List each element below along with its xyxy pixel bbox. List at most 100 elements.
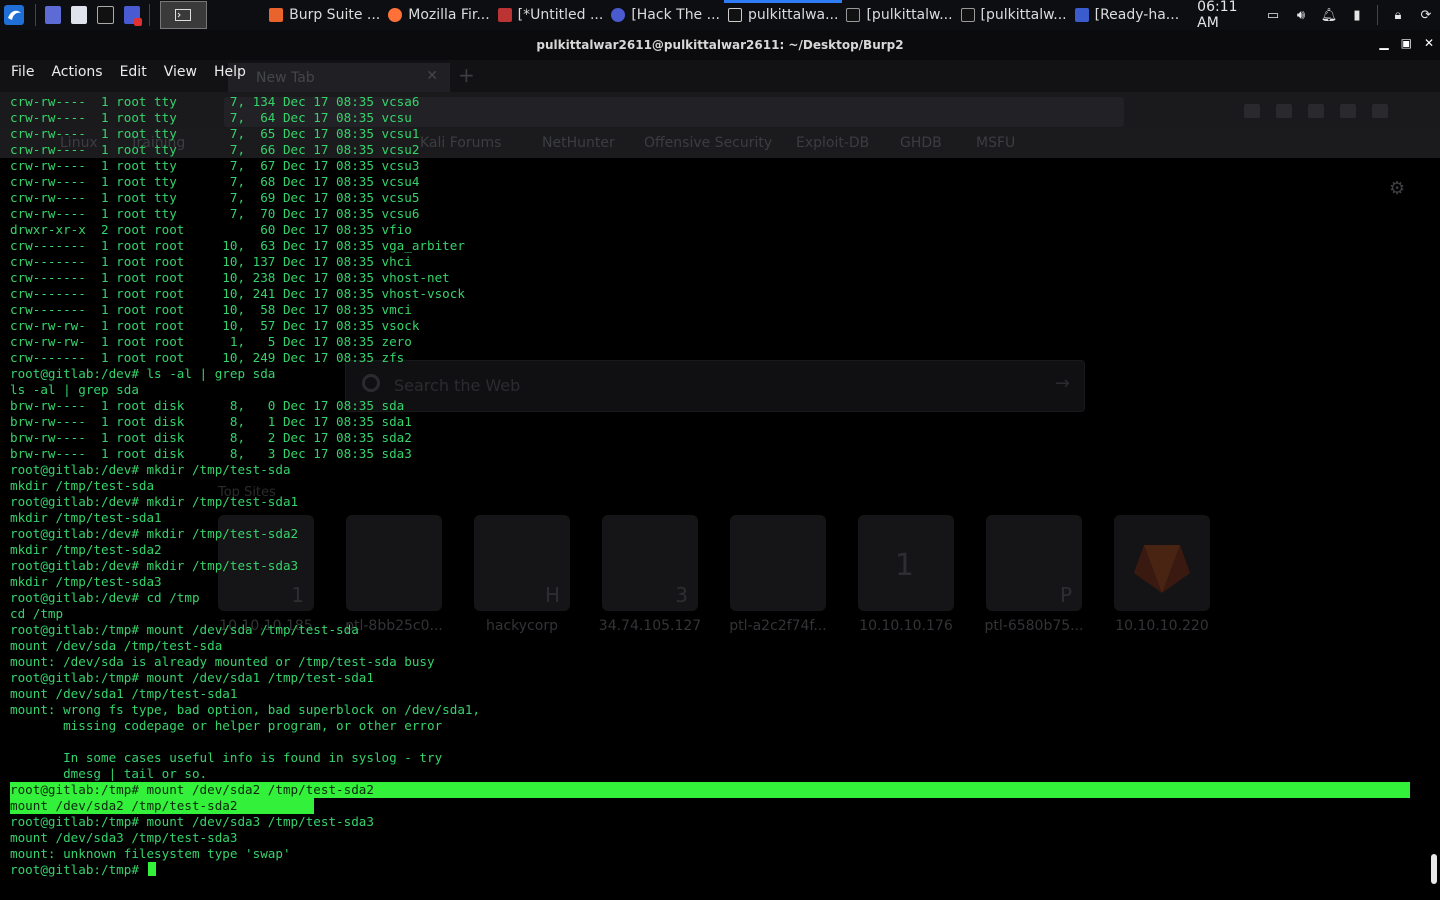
terminal-line: brw-rw---- 1 root disk 8, 2 Dec 17 08:35… <box>10 430 1410 446</box>
display-icon[interactable]: ▭ <box>1265 7 1281 23</box>
terminal-line-text: crw-rw---- 1 root tty 7, 68 Dec 17 08:35… <box>10 174 420 189</box>
battery-icon[interactable]: ▮ <box>1349 7 1365 23</box>
terminal-line-text: brw-rw---- 1 root disk 8, 1 Dec 17 08:35… <box>10 414 412 429</box>
task-label: [pulkittalw... <box>980 7 1067 23</box>
ghost-new-tab-icon: + <box>458 63 475 87</box>
terminal-icon <box>846 8 861 22</box>
clock[interactable]: 06:11 AM <box>1197 0 1251 31</box>
terminal-line: dmesg | tail or so. <box>10 766 1410 782</box>
menu-edit[interactable]: Edit <box>120 64 147 80</box>
task-label: [Hack The ... <box>631 7 720 23</box>
close-icon[interactable]: ✕ <box>1424 36 1434 50</box>
terminal-line: crw------- 1 root root 10, 58 Dec 17 08:… <box>10 302 1410 318</box>
terminal-line: brw-rw---- 1 root disk 8, 3 Dec 17 08:35… <box>10 446 1410 462</box>
power-refresh-icon[interactable]: ⟳ <box>1418 7 1434 23</box>
task-hackthebox[interactable]: [Hack The ... <box>607 0 724 30</box>
terminal-line-text: mkdir /tmp/test-sda2 <box>10 542 162 557</box>
terminal-line: root@gitlab:/dev# mkdir /tmp/test-sda1 <box>10 494 1410 510</box>
browser-icon <box>611 8 626 22</box>
terminal-line: In some cases useful info is found in sy… <box>10 750 1410 766</box>
terminal-line: ls -al | grep sda <box>10 382 1410 398</box>
notification-bell-icon[interactable]: 🔔︎ <box>1321 7 1338 23</box>
task-burp[interactable]: Burp Suite ... <box>265 0 384 30</box>
terminal-line-text: root@gitlab:/tmp# mount /dev/sda1 /tmp/t… <box>10 670 374 685</box>
maximize-icon[interactable]: ▣ <box>1401 36 1412 50</box>
terminal-line-text: brw-rw---- 1 root disk 8, 2 Dec 17 08:35… <box>10 430 412 445</box>
window-titlebar[interactable]: pulkittalwar2611@pulkittalwar2611: ~/Des… <box>0 30 1440 60</box>
terminal-line-text: ls -al | grep sda <box>10 382 139 397</box>
terminal-line-text: crw-rw---- 1 root tty 7, 66 Dec 17 08:35… <box>10 142 420 157</box>
terminal-output[interactable]: crw-rw---- 1 root tty 7, 134 Dec 17 08:3… <box>10 94 1410 884</box>
kali-menu-icon[interactable] <box>3 2 25 28</box>
task-label: [Ready-ha... <box>1094 7 1180 23</box>
terminal-line-text: missing codepage or helper program, or o… <box>10 718 443 733</box>
terminal-line: mount /dev/sda3 /tmp/test-sda3 <box>10 830 1410 846</box>
terminal-line: mkdir /tmp/test-sda3 <box>10 574 1410 590</box>
terminal-line-text: mount /dev/sda1 /tmp/test-sda1 <box>10 686 238 701</box>
terminal-prompt-line[interactable]: root@gitlab:/tmp# <box>10 862 1410 878</box>
menu-help[interactable]: Help <box>214 64 246 80</box>
menu-actions[interactable]: Actions <box>51 64 102 80</box>
terminal-line-text: root@gitlab:/dev# mkdir /tmp/test-sda <box>10 462 291 477</box>
task-label: Burp Suite ... <box>289 7 381 23</box>
scrollbar-thumb[interactable] <box>1431 854 1437 884</box>
task-folder[interactable]: [Ready-ha... <box>1071 0 1184 30</box>
menu-view[interactable]: View <box>164 64 197 80</box>
terminal-line: crw-rw---- 1 root tty 7, 66 Dec 17 08:35… <box>10 142 1410 158</box>
workspace-switcher[interactable] <box>159 1 208 29</box>
terminal-line: mount /dev/sda1 /tmp/test-sda1 <box>10 686 1410 702</box>
menu-file[interactable]: File <box>11 64 34 80</box>
terminal-line-text: drwxr-xr-x 2 root root 60 Dec 17 08:35 v… <box>10 222 412 237</box>
terminal-line-text: crw-rw---- 1 root tty 7, 64 Dec 17 08:35… <box>10 110 412 125</box>
terminal-line: crw-rw---- 1 root tty 7, 134 Dec 17 08:3… <box>10 94 1410 110</box>
task-label: [pulkittalw... <box>866 7 953 23</box>
terminal-line: crw------- 1 root root 10, 238 Dec 17 08… <box>10 270 1410 286</box>
terminal-line-text: root@gitlab:/dev# mkdir /tmp/test-sda1 <box>10 494 299 509</box>
terminal-scrollbar[interactable] <box>1428 84 1440 900</box>
terminal-line-text: crw------- 1 root root 10, 58 Dec 17 08:… <box>10 302 412 317</box>
terminal-line: root@gitlab:/dev# ls -al | grep sda <box>10 366 1410 382</box>
terminal-line: crw-rw---- 1 root tty 7, 68 Dec 17 08:35… <box>10 174 1410 190</box>
terminal-line-text: root@gitlab:/dev# cd /tmp <box>10 590 200 605</box>
task-editor[interactable]: [*Untitled ... <box>494 0 608 30</box>
terminal-line: crw-rw---- 1 root tty 7, 69 Dec 17 08:35… <box>10 190 1410 206</box>
terminal-launcher-icon[interactable] <box>97 6 114 24</box>
terminal-line-text: crw-rw-rw- 1 root root 10, 57 Dec 17 08:… <box>10 318 420 333</box>
terminal-line: crw-rw-rw- 1 root root 1, 5 Dec 17 08:35… <box>10 334 1410 350</box>
terminal-line: mount /dev/sda /tmp/test-sda <box>10 638 1410 654</box>
text-cursor <box>148 862 157 876</box>
terminal-line-text: root@gitlab:/tmp# mount /dev/sda3 /tmp/t… <box>10 814 374 829</box>
terminal-line: mount: unknown filesystem type 'swap' <box>10 846 1410 862</box>
terminal-line: crw-rw---- 1 root tty 7, 65 Dec 17 08:35… <box>10 126 1410 142</box>
terminal-line-text: cd /tmp <box>10 606 64 621</box>
task-terminal-active[interactable]: pulkittalwa... <box>723 0 843 30</box>
terminal-line-text: crw------- 1 root root 10, 137 Dec 17 08… <box>10 254 412 269</box>
terminal-line-text: crw-rw---- 1 root tty 7, 65 Dec 17 08:35… <box>10 126 420 141</box>
terminal-line-text: crw------- 1 root root 10, 238 Dec 17 08… <box>10 270 450 285</box>
task-firefox[interactable]: Mozilla Fir... <box>384 0 493 30</box>
terminal-line-text: crw-rw---- 1 root tty 7, 67 Dec 17 08:35… <box>10 158 420 173</box>
task-label: pulkittalwa... <box>747 7 839 23</box>
terminal-line: root@gitlab:/tmp# mount /dev/sda /tmp/te… <box>10 622 1410 638</box>
panel-separator <box>35 4 36 26</box>
terminal-prompt: root@gitlab:/tmp# <box>10 862 147 877</box>
terminal-menubar: File Actions Edit View Help <box>0 60 263 84</box>
terminal-line: crw-rw---- 1 root tty 7, 70 Dec 17 08:35… <box>10 206 1410 222</box>
terminal-line-text: root@gitlab:/dev# ls -al | grep sda <box>10 366 276 381</box>
file-manager-icon[interactable] <box>71 6 88 24</box>
terminal-line: brw-rw---- 1 root disk 8, 1 Dec 17 08:35… <box>10 414 1410 430</box>
task-terminal-2[interactable]: [pulkittalw... <box>842 0 956 30</box>
task-label: [*Untitled ... <box>517 7 604 23</box>
screenshot-icon[interactable] <box>123 6 142 26</box>
terminal-line-text: mkdir /tmp/test-sda3 <box>10 574 162 589</box>
volume-icon[interactable]: 🔊︎ <box>1293 7 1309 23</box>
terminal-line-text: mount: /dev/sda is already mounted or /t… <box>10 654 435 669</box>
terminal-line: root@gitlab:/dev# mkdir /tmp/test-sda3 <box>10 558 1410 574</box>
task-terminal-3[interactable]: [pulkittalw... <box>957 0 1071 30</box>
minimize-icon[interactable]: ▁ <box>1379 36 1388 50</box>
ghost-tab-title: New Tab <box>256 70 315 86</box>
show-desktop-icon[interactable] <box>44 6 61 24</box>
lock-icon[interactable]: 🔒︎ <box>1390 7 1406 23</box>
terminal-line-text: mount /dev/sda3 /tmp/test-sda3 <box>10 830 238 845</box>
burp-icon <box>269 8 284 22</box>
